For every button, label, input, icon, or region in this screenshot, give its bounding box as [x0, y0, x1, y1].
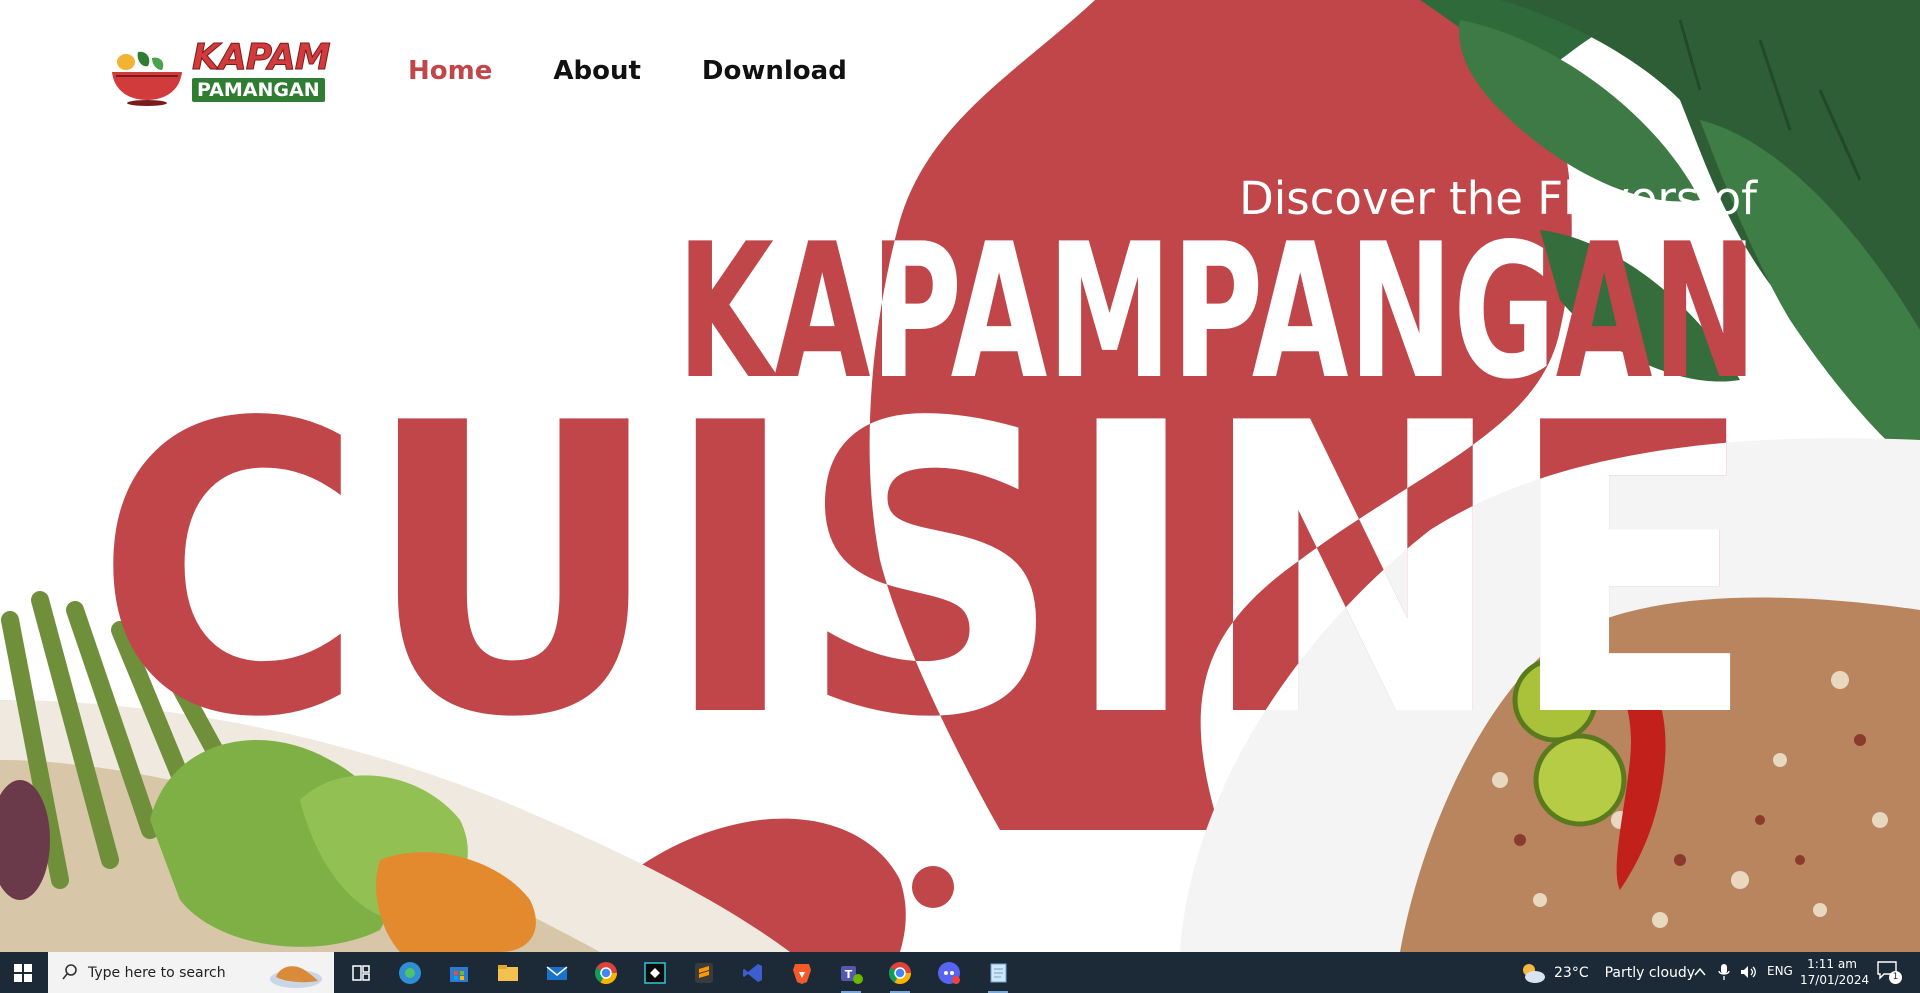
chrome-icon[interactable]	[593, 960, 619, 986]
hero-title-graphic: KAPAMPANGAN CUISINE KAPAMPANGAN CUISINE	[95, 203, 1757, 805]
mail-icon[interactable]	[544, 960, 570, 986]
edge-icon[interactable]	[397, 960, 423, 986]
chevron-up-icon[interactable]	[1693, 965, 1707, 979]
windows-taskbar: Type here to search T 23°C Partly cloudy…	[0, 952, 1920, 993]
discord-icon[interactable]	[936, 960, 962, 986]
sublime-text-icon[interactable]	[691, 960, 717, 986]
taskbar-search-box[interactable]: Type here to search	[48, 952, 334, 993]
task-view-icon[interactable]	[348, 960, 374, 986]
language-indicator[interactable]: ENG	[1767, 964, 1793, 978]
search-placeholder: Type here to search	[88, 964, 226, 981]
weather-temperature: 23°C	[1554, 964, 1589, 981]
microphone-icon[interactable]	[1717, 963, 1731, 981]
chrome-profile-icon[interactable]	[887, 960, 913, 993]
start-button[interactable]	[0, 952, 46, 993]
teams-icon[interactable]: T	[838, 960, 864, 993]
notification-count-badge: 1	[1889, 971, 1902, 984]
clock-time: 1:11 am	[1807, 957, 1857, 971]
volume-icon[interactable]	[1739, 964, 1757, 980]
weather-description: Partly cloudy	[1604, 964, 1696, 981]
vscode-icon[interactable]	[740, 960, 766, 986]
taskbar-clock[interactable]: 1:11 am 17/01/2024	[1800, 956, 1870, 988]
search-icon	[62, 964, 77, 980]
notification-center-button[interactable]: 1	[1876, 960, 1904, 986]
notepad-icon[interactable]	[985, 960, 1011, 993]
partly-cloudy-icon	[1523, 963, 1545, 983]
clock-date: 17/01/2024	[1800, 973, 1870, 987]
weather-widget[interactable]: 23°C Partly cloudy	[1520, 952, 1695, 993]
capcut-icon[interactable]	[642, 960, 668, 986]
file-explorer-icon[interactable]	[495, 960, 521, 986]
landing-page: KAPAM PAMANGAN Home About Download Disco…	[0, 0, 1920, 952]
svg-text:T: T	[845, 968, 853, 981]
store-icon[interactable]	[446, 960, 472, 986]
brave-icon[interactable]	[789, 960, 815, 986]
search-highlight-fox-icon	[270, 966, 322, 988]
windows-logo-icon	[14, 963, 32, 982]
